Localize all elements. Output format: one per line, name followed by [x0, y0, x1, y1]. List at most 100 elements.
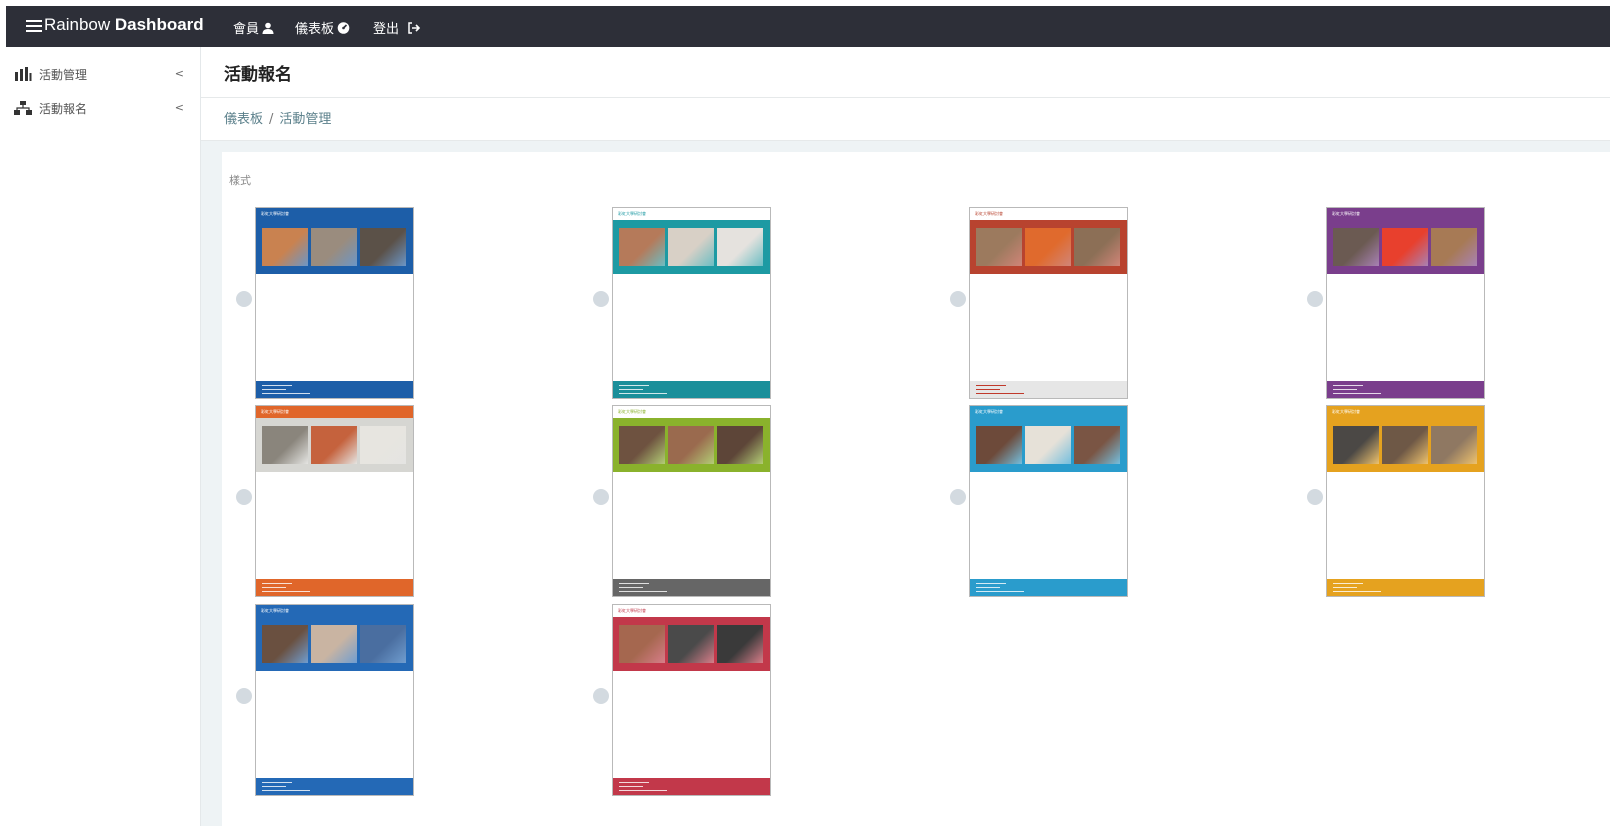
banner-photo — [311, 228, 357, 266]
sidebar-item-activity-registration[interactable]: 活動報名 < — [14, 98, 192, 118]
nav-logout[interactable]: 登出 — [373, 18, 421, 37]
thumbnail-header: 彩虹大學研討會 — [256, 208, 413, 220]
nav-logout-label: 登出 — [373, 22, 400, 37]
banner-photo — [1074, 228, 1120, 266]
template-radio[interactable] — [236, 489, 252, 505]
nav-dashboard-label: 儀表板 — [295, 22, 335, 37]
footer-text-line — [976, 583, 1006, 584]
sidebar: 活動管理 < 活動報名 < — [0, 47, 201, 826]
chevron-left-icon: < — [174, 101, 184, 114]
breadcrumb: 儀表板 / 活動管理 — [224, 108, 331, 127]
banner-photo — [619, 625, 665, 663]
thumbnail-banner — [970, 418, 1127, 472]
thumbnail-header: 彩虹大學研討會 — [970, 208, 1127, 220]
footer-text-line — [262, 389, 286, 390]
footer-text-line — [976, 591, 1024, 592]
thumbnail-footer — [1327, 381, 1484, 398]
template-thumbnail[interactable]: 彩虹大學研討會 — [969, 207, 1128, 399]
template-radio[interactable] — [236, 291, 252, 307]
banner-photo — [717, 625, 763, 663]
footer-text-line — [1333, 591, 1381, 592]
thumbnail-banner — [1327, 220, 1484, 274]
banner-photo — [262, 228, 308, 266]
thumbnail-footer — [256, 778, 413, 795]
sign-out-icon — [408, 21, 421, 34]
template-radio[interactable] — [593, 291, 609, 307]
template-radio[interactable] — [950, 489, 966, 505]
thumbnail-footer — [256, 381, 413, 398]
thumbnail-footer — [970, 579, 1127, 596]
thumbnail-header: 彩虹大學研討會 — [970, 406, 1127, 418]
footer-text-line — [262, 782, 292, 783]
banner-photo — [717, 426, 763, 464]
footer-text-line — [619, 782, 649, 783]
template-thumbnail[interactable]: 彩虹大學研討會 — [1326, 207, 1485, 399]
template-radio[interactable] — [593, 688, 609, 704]
thumbnail-banner — [970, 220, 1127, 274]
footer-text-line — [976, 385, 1006, 386]
thumbnail-header: 彩虹大學研討會 — [256, 406, 413, 418]
breadcrumb-dashboard[interactable]: 儀表板 — [224, 112, 263, 127]
brand-bold-text: Dashboard — [114, 15, 204, 34]
template-thumbnail[interactable]: 彩虹大學研討會 — [255, 405, 414, 597]
thumbnail-heading: 彩虹大學研討會 — [975, 211, 1003, 216]
sidebar-item-activity-management[interactable]: 活動管理 < — [14, 64, 192, 84]
breadcrumb-activity-management[interactable]: 活動管理 — [279, 112, 331, 127]
footer-text-line — [1333, 389, 1357, 390]
thumbnail-header: 彩虹大學研討會 — [256, 605, 413, 617]
footer-text-line — [262, 393, 310, 394]
thumbnail-header: 彩虹大學研討會 — [1327, 208, 1484, 220]
footer-text-line — [619, 393, 667, 394]
brand-logo[interactable]: Rainbow Dashboard — [44, 15, 204, 35]
sidebar-item-label: 活動報名 — [39, 101, 88, 116]
template-radio[interactable] — [950, 291, 966, 307]
footer-text-line — [262, 786, 286, 787]
footer-text-line — [619, 389, 643, 390]
banner-photo — [1382, 426, 1428, 464]
banner-photo — [1382, 228, 1428, 266]
thumbnail-header: 彩虹大學研討會 — [613, 406, 770, 418]
thumbnail-banner — [256, 220, 413, 274]
template-thumbnail[interactable]: 彩虹大學研討會 — [969, 405, 1128, 597]
menu-toggle-icon[interactable] — [26, 16, 42, 36]
template-radio[interactable] — [593, 489, 609, 505]
template-radio[interactable] — [1307, 291, 1323, 307]
chevron-left-icon: < — [174, 67, 184, 80]
thumbnail-heading: 彩虹大學研討會 — [261, 211, 289, 216]
template-radio[interactable] — [1307, 489, 1323, 505]
footer-text-line — [619, 587, 643, 588]
style-section-label: 樣式 — [229, 174, 251, 187]
template-thumbnail[interactable]: 彩虹大學研討會 — [255, 207, 414, 399]
thumbnail-heading: 彩虹大學研討會 — [618, 608, 646, 613]
banner-photo — [1333, 426, 1379, 464]
banner-photo — [1431, 228, 1477, 266]
footer-text-line — [262, 385, 292, 386]
sidebar-item-label: 活動管理 — [39, 67, 88, 82]
template-thumbnail[interactable]: 彩虹大學研討會 — [612, 405, 771, 597]
banner-photo — [1431, 426, 1477, 464]
template-thumbnail[interactable]: 彩虹大學研討會 — [612, 604, 771, 796]
sitemap-icon — [14, 101, 32, 115]
nav-dashboard[interactable]: 儀表板 — [295, 18, 350, 37]
banner-photo — [311, 426, 357, 464]
banner-photo — [668, 228, 714, 266]
thumbnail-heading: 彩虹大學研討會 — [618, 211, 646, 216]
template-thumbnail[interactable]: 彩虹大學研討會 — [1326, 405, 1485, 597]
dashboard-icon — [337, 21, 350, 34]
thumbnail-header: 彩虹大學研討會 — [613, 208, 770, 220]
page-title: 活動報名 — [224, 65, 292, 85]
template-radio[interactable] — [236, 688, 252, 704]
footer-text-line — [619, 583, 649, 584]
nav-member[interactable]: 會員 — [233, 18, 274, 37]
footer-text-line — [262, 583, 292, 584]
template-thumbnail[interactable]: 彩虹大學研討會 — [612, 207, 771, 399]
thumbnail-footer — [1327, 579, 1484, 596]
thumbnail-heading: 彩虹大學研討會 — [975, 409, 1003, 414]
thumbnail-header: 彩虹大學研討會 — [613, 605, 770, 617]
banner-photo — [1025, 426, 1071, 464]
footer-text-line — [1333, 393, 1381, 394]
footer-text-line — [619, 591, 667, 592]
template-thumbnail[interactable]: 彩虹大學研討會 — [255, 604, 414, 796]
nav-member-label: 會員 — [233, 22, 260, 37]
footer-text-line — [976, 393, 1024, 394]
